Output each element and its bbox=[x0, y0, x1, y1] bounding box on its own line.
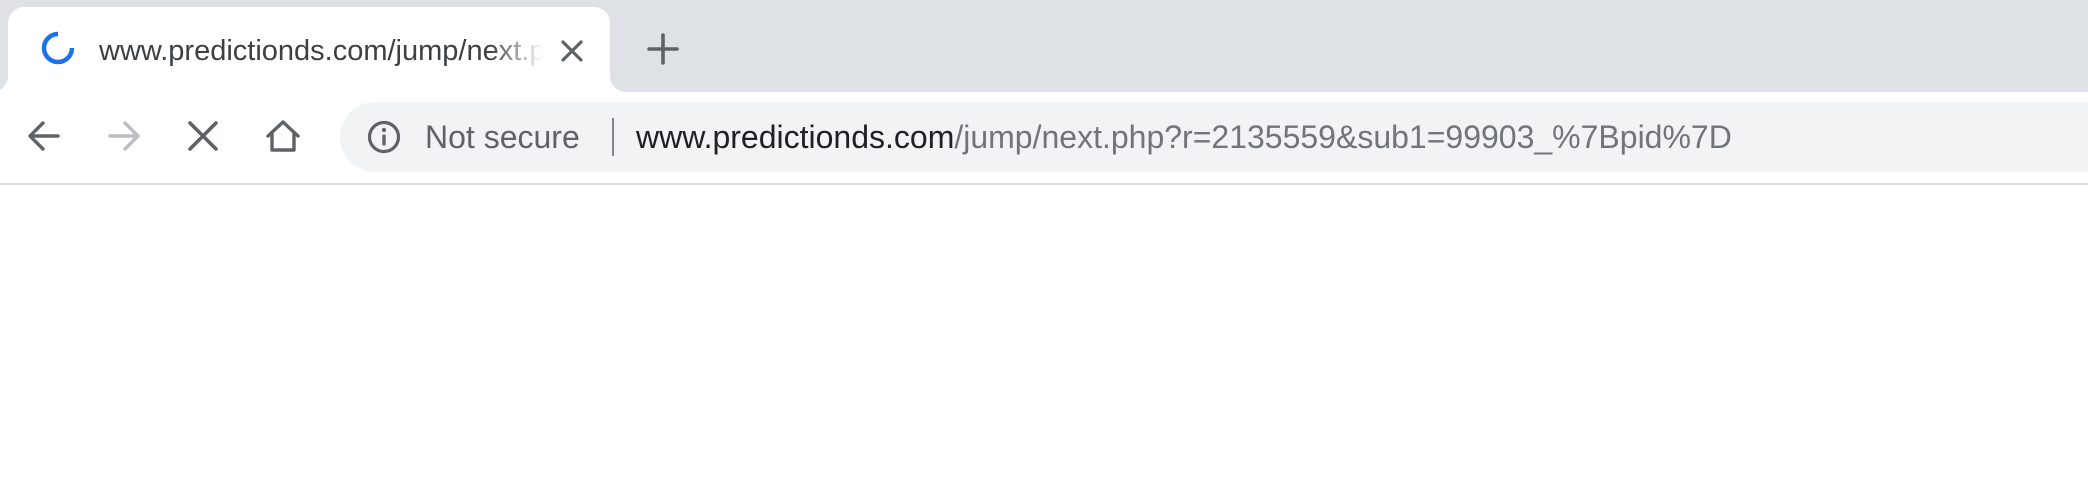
stop-button[interactable] bbox=[179, 112, 227, 160]
back-button[interactable] bbox=[20, 112, 68, 160]
url-path: /jump/next.php?r=2135559&sub1=99903_%7Bp… bbox=[954, 119, 1732, 155]
tab-curve-left bbox=[0, 76, 8, 92]
security-label[interactable]: Not secure bbox=[425, 116, 580, 158]
info-icon[interactable] bbox=[366, 119, 402, 155]
address-bar[interactable]: Not secure www.predictionds.com/jump/nex… bbox=[340, 102, 2088, 172]
page-content bbox=[0, 185, 2088, 487]
omnibox-divider bbox=[612, 118, 614, 156]
home-button[interactable] bbox=[259, 112, 307, 160]
forward-button[interactable] bbox=[100, 112, 148, 160]
tab-title: www.predictionds.com/jump/next.php?r=213… bbox=[99, 35, 543, 67]
back-arrow-icon bbox=[28, 121, 60, 151]
forward-arrow-icon bbox=[108, 121, 140, 151]
close-icon[interactable] bbox=[558, 37, 586, 65]
plus-icon[interactable] bbox=[645, 31, 681, 67]
home-icon bbox=[266, 120, 300, 152]
active-tab[interactable]: www.predictionds.com/jump/next.php?r=213… bbox=[0, 7, 626, 92]
stop-icon bbox=[188, 121, 218, 151]
toolbar: Not secure www.predictionds.com/jump/nex… bbox=[0, 92, 2088, 185]
url-text[interactable]: www.predictionds.com/jump/next.php?r=213… bbox=[636, 116, 1732, 158]
browser-window: www.predictionds.com/jump/next.php?r=213… bbox=[0, 0, 2088, 487]
url-host: www.predictionds.com bbox=[636, 119, 955, 155]
tab-curve-right bbox=[610, 76, 626, 92]
tab-strip: www.predictionds.com/jump/next.php?r=213… bbox=[0, 0, 2088, 92]
spinner-icon bbox=[41, 31, 75, 65]
